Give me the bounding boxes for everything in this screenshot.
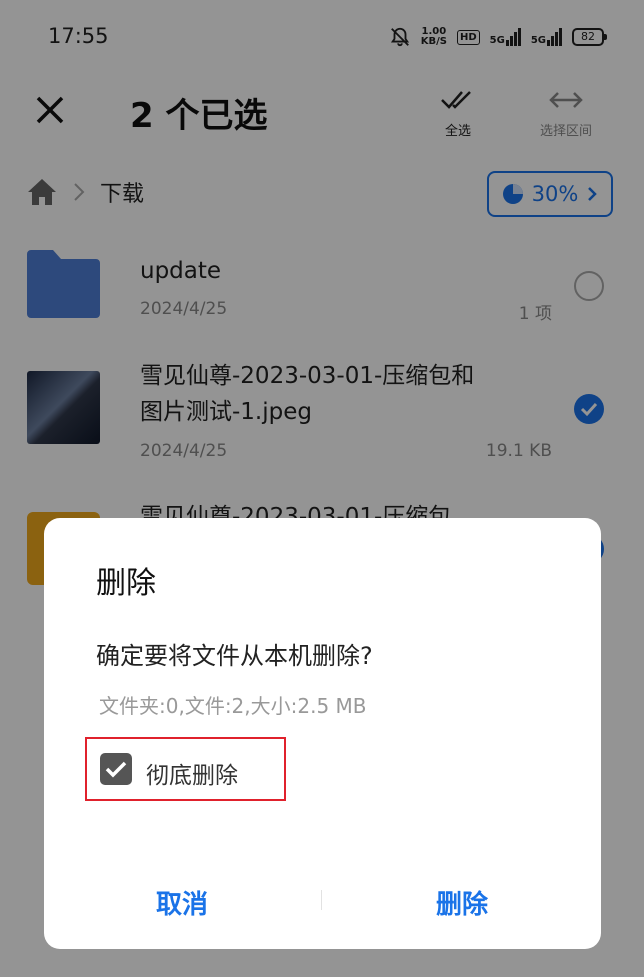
dialog-title: 删除 <box>96 566 156 601</box>
delete-button[interactable]: 删除 <box>362 884 562 921</box>
dialog-info: 文件夹:0,文件:2,大小:2.5 MB <box>99 694 367 718</box>
button-divider <box>321 890 322 910</box>
dialog-message: 确定要将文件从本机删除? <box>96 642 373 670</box>
check-icon <box>105 761 127 778</box>
permanent-delete-label[interactable]: 彻底删除 <box>146 756 238 790</box>
delete-dialog: 删除 确定要将文件从本机删除? 文件夹:0,文件:2,大小:2.5 MB 彻底删… <box>44 518 601 949</box>
permanent-delete-checkbox[interactable] <box>100 753 132 785</box>
cancel-button[interactable]: 取消 <box>82 884 282 921</box>
